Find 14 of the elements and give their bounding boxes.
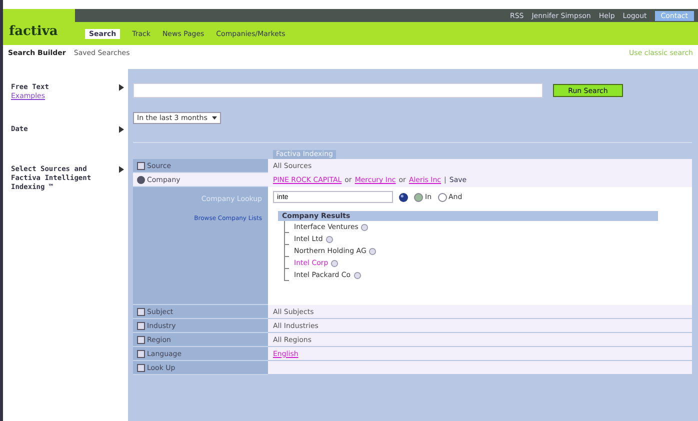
globe-icon[interactable] xyxy=(399,192,408,202)
expand-arrow-icon[interactable] xyxy=(119,84,124,91)
info-icon[interactable] xyxy=(354,272,361,278)
info-icon[interactable] xyxy=(331,260,338,266)
caret-icon xyxy=(212,116,217,120)
info-icon[interactable] xyxy=(369,248,376,254)
expand-arrow-icon[interactable] xyxy=(119,166,124,173)
free-text-field[interactable] xyxy=(133,83,543,98)
radio-button[interactable] xyxy=(438,192,447,202)
radio-button[interactable] xyxy=(414,192,423,202)
expand-arrow-icon[interactable] xyxy=(119,126,124,133)
info-icon[interactable] xyxy=(326,236,333,242)
logo[interactable]: factiva xyxy=(3,9,75,45)
info-icon[interactable] xyxy=(361,224,368,230)
